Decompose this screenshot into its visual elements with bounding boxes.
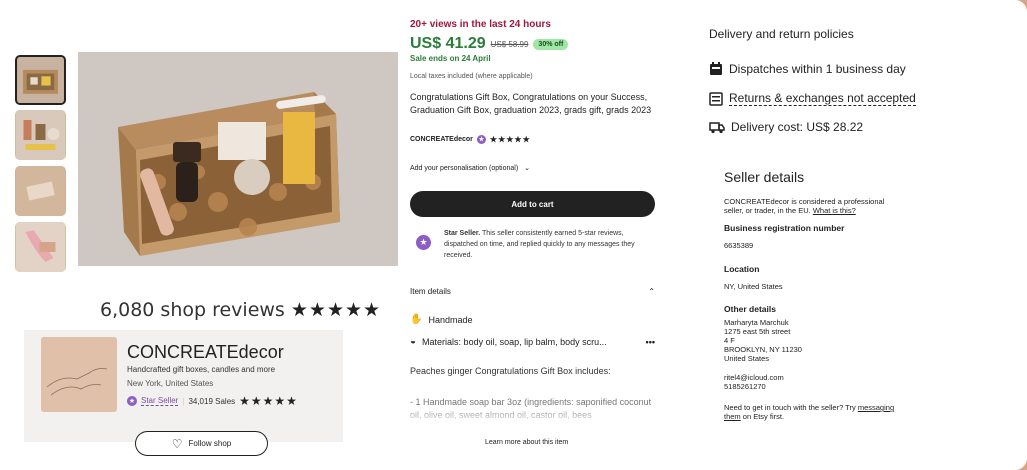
seller-intro-text: CONCREATEdecor is considered a professio… — [724, 197, 885, 215]
returns-icon — [709, 91, 723, 106]
other-details-address: Marharyta Marchuk 1275 east 5th street 4… — [724, 318, 802, 363]
address-line: Marharyta Marchuk — [724, 318, 789, 327]
delivery-cost-row: Delivery cost: US$ 28.22 — [709, 120, 863, 134]
more-icon[interactable]: ••• — [646, 337, 655, 347]
shop-location: New York, United States — [127, 379, 214, 388]
delivery-policies-title: Delivery and return policies — [709, 27, 854, 41]
registration-label: Business registration number — [724, 224, 844, 233]
contact-seller-tail: on Etsy first. — [740, 412, 785, 421]
sale-ends: Sale ends on 24 April — [410, 54, 491, 63]
shop-rating-stars: ★★★★★ — [239, 394, 298, 408]
contact-seller-note: Need to get in touch with the seller? Tr… — [724, 403, 899, 421]
shop-sales: 34,019 Sales — [188, 396, 236, 406]
personalisation-label: Add your personalisation (optional) — [410, 165, 519, 172]
location-label: Location — [724, 265, 759, 274]
seller-line: CONCREATEdecor ★ ★★★★★ — [410, 135, 531, 144]
star-seller-icon: ★ — [127, 396, 137, 406]
truck-icon — [709, 122, 725, 134]
registration-value: 6635389 — [724, 241, 754, 250]
seller-phone: 5185261270 — [724, 382, 766, 391]
follow-shop-label: Follow shop — [188, 439, 232, 448]
other-details-label-text: Other details — [724, 304, 776, 314]
location-label-text: Location — [724, 264, 760, 274]
learn-more-button[interactable]: Learn more about this item — [485, 439, 568, 446]
registration-label-text: Business registration number — [724, 223, 845, 233]
product-title: Congratulations Gift Box, Congratulation… — [410, 92, 652, 115]
views-notice: 20+ views in the last 24 hours — [410, 19, 551, 30]
dispatch-row: Dispatches within 1 business day — [709, 62, 906, 76]
add-to-cart-button[interactable]: Add to cart — [410, 191, 655, 217]
follow-shop-button[interactable]: ♡ Follow shop — [135, 431, 268, 456]
delivery-cost-text: Delivery cost: US$ 28.22 — [731, 120, 864, 134]
heart-icon: ♡ — [171, 436, 183, 451]
seller-email: ritel4@icloud.com — [724, 373, 784, 382]
star-seller-badge-icon: ★ — [416, 235, 431, 250]
returns-row[interactable]: Returns & exchanges not accepted — [709, 91, 916, 106]
returns-text[interactable]: Returns & exchanges not accepted — [729, 91, 916, 106]
gallery-thumbnail-4[interactable] — [15, 222, 66, 272]
shop-reviews-summary[interactable]: 6,080 shop reviews ★★★★★ — [100, 299, 381, 321]
item-details-label: Item details — [410, 287, 451, 296]
contact-seller-text: Need to get in touch with the seller? Tr… — [724, 403, 856, 412]
hand-icon: ✋ — [410, 314, 423, 325]
seller-intro: CONCREATEdecor is considered a professio… — [724, 197, 899, 215]
shop-name[interactable]: CONCREATEdecor — [127, 342, 284, 363]
star-seller-info-title: Star Seller. — [444, 230, 481, 237]
original-price: US$ 58.99 — [490, 39, 529, 49]
address-line: 1275 east 5th street — [724, 327, 791, 336]
chevron-down-icon: ⌄ — [524, 165, 531, 172]
shop-logo[interactable] — [41, 337, 117, 412]
discount-badge: 30% off — [533, 38, 569, 50]
star-seller-label[interactable]: Star Seller — [141, 396, 179, 406]
item-details-toggle[interactable]: Item details ⌃ — [410, 287, 655, 296]
gallery-thumbnail-3[interactable] — [15, 166, 66, 216]
description-fade — [405, 405, 665, 427]
calendar-icon — [710, 62, 722, 75]
price-row: US$ 41.29 US$ 58.99 30% off — [410, 35, 569, 53]
current-price: US$ 41.29 — [410, 35, 486, 52]
other-details-label: Other details — [724, 305, 776, 314]
what-is-this-link[interactable]: What is this? — [813, 206, 856, 215]
shop-card: CONCREATEdecor Handcrafted gift boxes, c… — [24, 330, 343, 442]
shop-star-seller-row: ★ Star Seller | 34,019 Sales ★★★★★ — [127, 394, 298, 408]
dispatch-text: Dispatches within 1 business day — [729, 62, 906, 76]
chevron-up-icon: ⌃ — [648, 287, 655, 296]
address-line: United States — [724, 354, 770, 363]
shop-reviews-count: 6,080 shop reviews — [100, 299, 285, 321]
address-line: BROOKLYN, NY 11230 — [724, 345, 802, 354]
taxes-note: Local taxes included (where applicable) — [410, 73, 533, 80]
shop-tagline: Handcrafted gift boxes, candles and more — [127, 365, 276, 374]
shop-reviews-stars: ★★★★★ — [290, 299, 382, 321]
gallery-thumbnail-1[interactable] — [15, 55, 66, 105]
handmade-label: Handmade — [428, 314, 473, 325]
contact-info: ritel4@icloud.com 5185261270 — [724, 373, 784, 391]
seller-stars: ★★★★★ — [489, 135, 531, 144]
seller-details-title: Seller details — [724, 169, 805, 185]
divider: | — [182, 396, 185, 406]
gallery-thumbnail-2[interactable] — [15, 110, 66, 160]
materials-icon: ◒ — [410, 336, 417, 347]
main-product-image[interactable] — [78, 52, 398, 266]
seller-name-link[interactable]: CONCREATEdecor — [410, 136, 473, 143]
location-value: NY, United States — [724, 282, 783, 291]
listing-page: 6,080 shop reviews ★★★★★ CONCREATEdecor … — [0, 0, 1027, 470]
star-seller-info: ★ Star Seller. This seller consistently … — [416, 228, 656, 261]
personalisation-toggle[interactable]: Add your personalisation (optional) ⌄ — [410, 164, 530, 172]
materials-text: Materials: body oil, soap, lip balm, bod… — [422, 336, 607, 347]
description-heading: Peaches ginger Congratulations Gift Box … — [410, 366, 611, 376]
materials-row: ◒ Materials: body oil, soap, lip balm, b… — [410, 336, 655, 347]
star-seller-icon: ★ — [476, 135, 486, 144]
address-line: 4 F — [724, 336, 735, 345]
handmade-row: ✋ Handmade — [410, 314, 472, 325]
